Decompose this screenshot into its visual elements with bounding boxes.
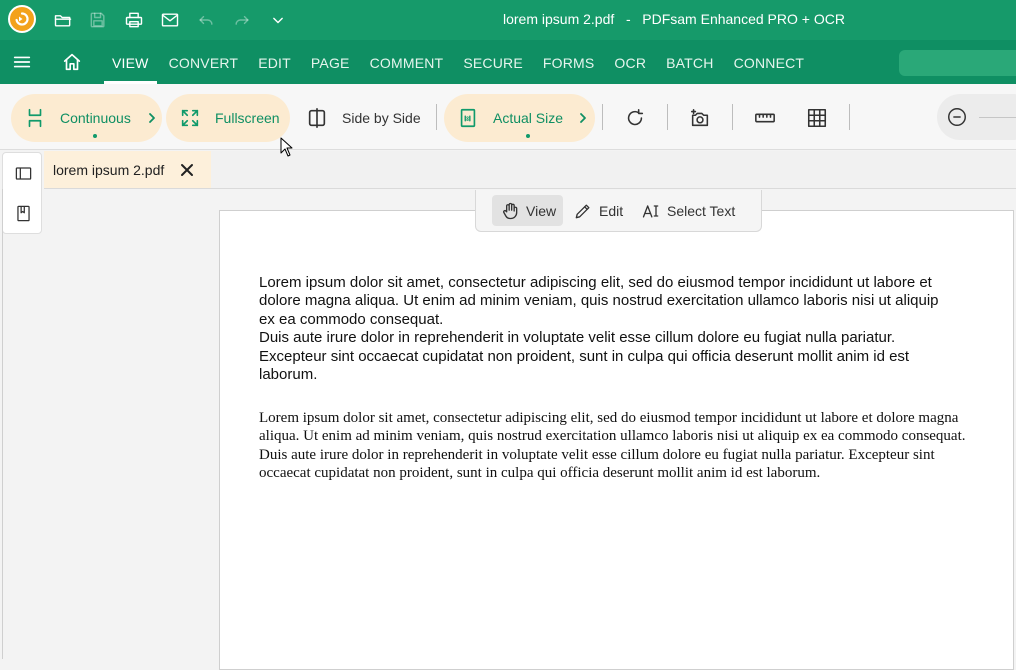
bookmark-icon[interactable]: [11, 201, 35, 225]
tab-edit[interactable]: EDIT: [248, 40, 301, 84]
home-icon[interactable]: [60, 50, 84, 74]
side-by-side-icon: [308, 108, 326, 128]
zoom-slider[interactable]: [979, 117, 1016, 118]
tab-ocr[interactable]: OCR: [604, 40, 656, 84]
interaction-mode-bar: View Edit Select Text: [475, 190, 762, 232]
edit-mode-button[interactable]: Edit: [573, 195, 633, 226]
document-tab[interactable]: lorem ipsum 2.pdf: [44, 151, 211, 188]
toolbar-separator: [667, 104, 668, 130]
document-tab-label: lorem ipsum 2.pdf: [53, 161, 165, 178]
view-toolbar: Continuous Fullscreen Side by Side Actua…: [0, 84, 1016, 150]
window-title: lorem ipsum 2.pdf - PDFsam Enhanced PRO …: [503, 11, 845, 27]
chevron-right-icon[interactable]: [577, 111, 589, 125]
search-input[interactable]: [899, 50, 1016, 76]
hamburger-menu-icon[interactable]: [10, 50, 34, 74]
grid-icon[interactable]: [804, 105, 830, 131]
pencil-icon: [575, 204, 590, 218]
text-line: laborum.: [259, 366, 318, 384]
paragraph-sans: Lorem ipsum dolor sit amet, consectetur …: [259, 274, 999, 384]
app-logo[interactable]: [8, 5, 36, 33]
actual-size-label: Actual Size: [493, 110, 564, 126]
tab-comment[interactable]: COMMENT: [360, 40, 454, 84]
active-indicator-dot: [93, 134, 97, 138]
ruler-icon[interactable]: [752, 105, 778, 131]
save-icon[interactable]: [85, 7, 111, 33]
fullscreen-button[interactable]: Fullscreen: [166, 94, 290, 142]
actual-size-icon: [460, 108, 476, 128]
pdf-page[interactable]: Lorem ipsum dolor sit amet, consectetur …: [219, 210, 1014, 670]
hand-icon: [503, 202, 518, 219]
left-sidebar-strip: [2, 152, 42, 234]
fullscreen-icon: [181, 109, 199, 127]
mouse-cursor-icon: [280, 137, 293, 157]
redo-icon[interactable]: [229, 7, 255, 33]
print-icon[interactable]: [121, 7, 147, 33]
continuous-button[interactable]: Continuous: [11, 94, 162, 142]
snapshot-camera-icon[interactable]: [687, 105, 713, 131]
zoom-out-icon[interactable]: [946, 106, 968, 128]
tab-batch[interactable]: BATCH: [656, 40, 723, 84]
title-bar: lorem ipsum 2.pdf - PDFsam Enhanced PRO …: [0, 0, 1016, 40]
app-logo-icon: [15, 12, 29, 26]
text-line: Excepteur sint occaecat cupidatat non pr…: [259, 347, 910, 365]
text-select-icon: [642, 204, 659, 217]
rotate-icon[interactable]: [622, 105, 648, 131]
fullscreen-label: Fullscreen: [215, 110, 280, 126]
toolbar-separator: [602, 104, 603, 130]
tab-page[interactable]: PAGE: [301, 40, 360, 84]
email-icon[interactable]: [157, 7, 183, 33]
text-line: Duis aute irure dolor in reprehenderit i…: [259, 329, 896, 347]
side-by-side-button[interactable]: Side by Side: [296, 94, 428, 142]
chevron-right-icon[interactable]: [146, 111, 158, 125]
document-tab-bar: lorem ipsum 2.pdf: [44, 151, 1016, 189]
tab-connect[interactable]: CONNECT: [724, 40, 815, 84]
tab-view[interactable]: VIEW: [102, 40, 159, 84]
side-by-side-label: Side by Side: [342, 110, 421, 126]
chevron-down-icon[interactable]: [265, 7, 291, 33]
toolbar-separator: [732, 104, 733, 130]
active-indicator-dot: [526, 134, 530, 138]
text-line: Lorem ipsum dolor sit amet, consectetur …: [259, 274, 932, 291]
zoom-control: [937, 94, 1016, 140]
open-folder-icon[interactable]: [50, 7, 76, 33]
tab-secure[interactable]: SECURE: [453, 40, 533, 84]
actual-size-button[interactable]: Actual Size: [444, 94, 595, 142]
select-text-mode-label: Select Text: [667, 202, 736, 219]
edit-mode-label: Edit: [599, 202, 624, 219]
toolbar-separator: [436, 104, 437, 130]
close-icon[interactable]: [177, 160, 197, 180]
tab-convert[interactable]: CONVERT: [159, 40, 249, 84]
undo-icon[interactable]: [193, 7, 219, 33]
continuous-icon: [28, 108, 42, 128]
text-line: dolore magna aliqua. Ut enim ad minim ve…: [259, 292, 939, 310]
select-text-mode-button[interactable]: Select Text: [641, 195, 751, 226]
continuous-label: Continuous: [60, 110, 131, 126]
sidebar-toggle-icon[interactable]: [11, 161, 35, 185]
paragraph-serif: Lorem ipsum dolor sit amet, consectetur …: [259, 410, 966, 482]
view-mode-label: View: [526, 202, 557, 219]
text-line: ex ea commodo consequat.: [259, 310, 444, 328]
view-mode-button[interactable]: View: [492, 195, 563, 226]
left-panel-border: [2, 189, 3, 659]
menu-tabs: VIEW CONVERT EDIT PAGE COMMENT SECURE FO…: [102, 40, 814, 84]
menu-bar: VIEW CONVERT EDIT PAGE COMMENT SECURE FO…: [0, 40, 1016, 84]
tab-forms[interactable]: FORMS: [533, 40, 605, 84]
toolbar-separator: [849, 104, 850, 130]
